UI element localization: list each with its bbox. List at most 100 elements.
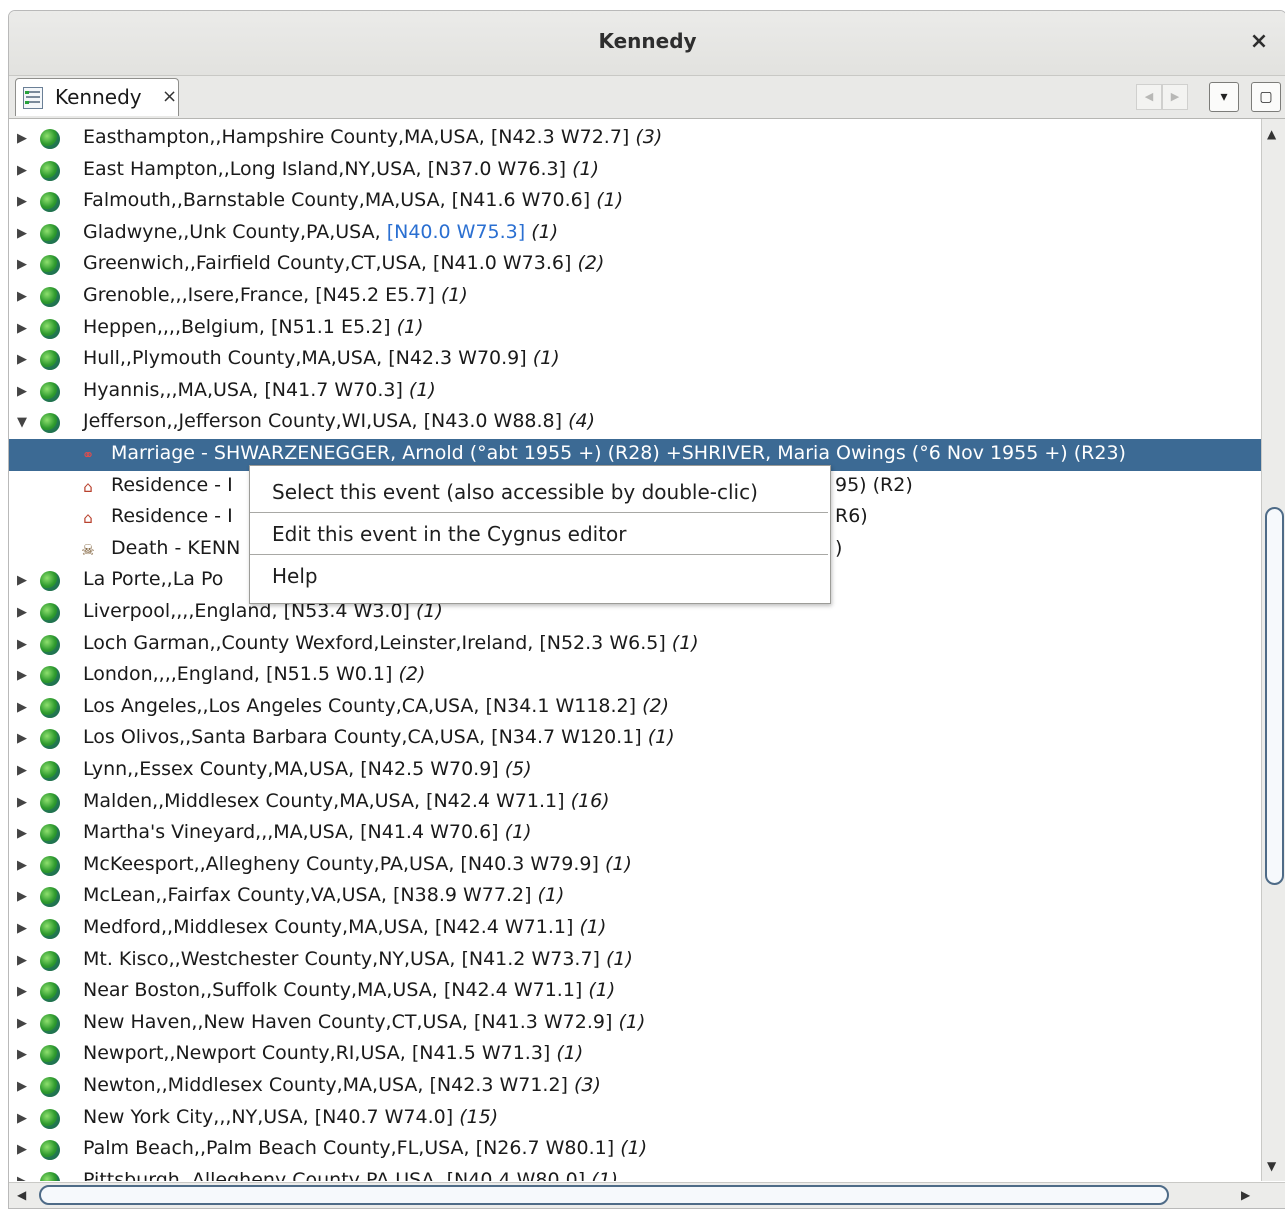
tree-row-place[interactable]: ▼ Jefferson,,Jefferson County,WI,USA, [N4… — [9, 407, 1261, 439]
close-window-button[interactable]: × — [1246, 27, 1272, 57]
tree-row-place[interactable]: ▶ Lynn,,Essex County,MA,USA, [N42.5 W70.9… — [9, 755, 1261, 787]
tree-row-place[interactable]: ▶ Near Boston,,Suffolk County,MA,USA, [N4… — [9, 976, 1261, 1008]
tree-row-place[interactable]: ▶ East Hampton,,Long Island,NY,USA, [N37.… — [9, 155, 1261, 187]
expand-arrow-icon[interactable]: ▶ — [17, 1079, 27, 1094]
scroll-down-arrow-icon[interactable]: ▼ — [1267, 1159, 1276, 1173]
coordinates: [N42.3 W70.9] — [388, 347, 527, 370]
expand-arrow-icon[interactable]: ▶ — [17, 131, 27, 146]
expand-arrow-icon[interactable]: ▶ — [17, 194, 27, 209]
window-title: Kennedy — [598, 29, 697, 53]
vertical-scroll-thumb[interactable] — [1265, 507, 1284, 885]
expand-arrow-icon[interactable]: ▶ — [17, 257, 27, 272]
tree-row-place[interactable]: ▶ Loch Garman,,County Wexford,Leinster,Ir… — [9, 629, 1261, 661]
tree-row-place[interactable]: ▶ Newport,,Newport County,RI,USA, [N41.5 … — [9, 1039, 1261, 1071]
tree-row-place[interactable]: ▶ Medford,,Middlesex County,MA,USA, [N42.… — [9, 913, 1261, 945]
expand-arrow-icon[interactable]: ▶ — [17, 858, 27, 873]
tree-row-place[interactable]: ▶ Greenwich,,Fairfield County,CT,USA, [N4… — [9, 249, 1261, 281]
expand-arrow-icon[interactable]: ▶ — [17, 1174, 27, 1181]
tree-row-place[interactable]: ▶ Hyannis,,,MA,USA, [N41.7 W70.3] (1) — [9, 376, 1261, 408]
tree-row-place[interactable]: ▶ Malden,,Middlesex County,MA,USA, [N42.4… — [9, 787, 1261, 819]
expand-arrow-icon[interactable]: ▶ — [17, 953, 27, 968]
expand-arrow-icon[interactable]: ▶ — [17, 795, 27, 810]
tree-row-place[interactable]: ▶ Falmouth,,Barnstable County,MA,USA, [N4… — [9, 186, 1261, 218]
tree-row-place[interactable]: ▶ Martha's Vineyard,,,MA,USA, [N41.4 W70.… — [9, 818, 1261, 850]
residence-icon: ⌂ — [83, 477, 93, 496]
coordinates: [N42.4 W71.1] — [443, 979, 583, 1002]
expand-arrow-icon[interactable]: ▶ — [17, 763, 27, 778]
event-count: (16) — [570, 789, 610, 812]
maximize-view-button[interactable]: ▢ — [1251, 82, 1281, 112]
event-count: (1) — [556, 1042, 584, 1065]
expand-arrow-icon[interactable]: ▶ — [17, 226, 27, 241]
tree-row-place[interactable]: ▶ New York City,,,NY,USA, [N40.7 W74.0] (… — [9, 1103, 1261, 1135]
scroll-up-arrow-icon[interactable]: ▲ — [1267, 127, 1276, 141]
expand-arrow-icon[interactable]: ▶ — [17, 605, 27, 620]
tree-row-place[interactable]: ▶ New Haven,,New Haven County,CT,USA, [N4… — [9, 1008, 1261, 1040]
collapse-arrow-icon[interactable]: ▼ — [17, 415, 27, 430]
expand-arrow-icon[interactable]: ▶ — [17, 1016, 27, 1031]
expand-arrow-icon[interactable]: ▶ — [17, 1111, 27, 1126]
tree-row-place[interactable]: ▶ London,,,,England, [N51.5 W0.1] (2) — [9, 660, 1261, 692]
scroll-left-arrow-icon[interactable]: ◀ — [17, 1188, 26, 1202]
coordinates-link[interactable]: [N40.0 W75.3] — [387, 221, 525, 243]
horizontal-scroll-thumb[interactable] — [39, 1185, 1169, 1205]
expand-arrow-icon[interactable]: ▶ — [17, 289, 27, 304]
tree-row-place[interactable]: ▶ Hull,,Plymouth County,MA,USA, [N42.3 W7… — [9, 344, 1261, 376]
tree-row-place[interactable]: ▶ Grenoble,,,Isere,France, [N45.2 E5.7] (… — [9, 281, 1261, 313]
tree-row-place[interactable]: ▶ Los Olivos,,Santa Barbara County,CA,USA… — [9, 723, 1261, 755]
tree-row-place[interactable]: ▶ Palm Beach,,Palm Beach County,FL,USA, [… — [9, 1134, 1261, 1166]
title-bar[interactable]: Kennedy × — [9, 11, 1285, 76]
tree-row-place[interactable]: ▶ Mt. Kisco,,Westchester County,NY,USA, [… — [9, 945, 1261, 977]
coordinates: [N42.3 W71.2] — [429, 1074, 568, 1096]
globe-icon — [40, 855, 60, 876]
expand-arrow-icon[interactable]: ▶ — [17, 352, 27, 367]
globe-icon — [40, 571, 60, 592]
tab-close-icon[interactable]: × — [162, 86, 177, 107]
vertical-scrollbar[interactable]: ▲ ▼ — [1261, 119, 1285, 1181]
expand-arrow-icon[interactable]: ▶ — [17, 700, 27, 715]
places-tree[interactable]: ▶ Easthampton,,Hampshire County,MA,USA, [… — [9, 119, 1261, 1181]
expand-arrow-icon[interactable]: ▶ — [17, 1142, 27, 1157]
tree-row-place[interactable]: ▶ McLean,,Fairfax County,VA,USA, [N38.9 W… — [9, 881, 1261, 913]
expand-arrow-icon[interactable]: ▶ — [17, 984, 27, 999]
menu-item-edit-in-cygnus[interactable]: Edit this event in the Cygnus editor — [250, 512, 828, 554]
menu-item-select-event[interactable]: Select this event (also accessible by do… — [250, 470, 828, 512]
globe-icon — [40, 381, 60, 402]
tree-row-place[interactable]: ▶ Easthampton,,Hampshire County,MA,USA, [… — [9, 123, 1261, 155]
event-count: (2) — [577, 252, 605, 275]
horizontal-scrollbar[interactable]: ◀ ▶ — [9, 1182, 1285, 1208]
scroll-right-arrow-icon[interactable]: ▶ — [1241, 1188, 1250, 1202]
tree-row-place[interactable]: ▶ Heppen,,,,Belgium, [N51.1 E5.2] (1) — [9, 313, 1261, 345]
tab-scroll-right-button[interactable]: ▶ — [1162, 84, 1188, 110]
expand-arrow-icon[interactable]: ▶ — [17, 921, 27, 936]
event-count: (15) — [459, 1105, 499, 1128]
event-count: (1) — [531, 220, 559, 243]
globe-icon — [40, 982, 60, 1003]
event-count: (3) — [574, 1074, 601, 1096]
tab-kennedy[interactable]: Kennedy × — [15, 78, 179, 116]
expand-arrow-icon[interactable]: ▶ — [17, 573, 27, 588]
expand-arrow-icon[interactable]: ▶ — [17, 1047, 27, 1062]
expand-arrow-icon[interactable]: ▶ — [17, 889, 27, 904]
place-name: Hull,,Plymouth County,MA,USA, — [83, 347, 383, 370]
tree-row-place[interactable]: ▶ Los Angeles,,Los Angeles County,CA,USA,… — [9, 692, 1261, 724]
menu-item-help[interactable]: Help — [250, 554, 828, 596]
place-name: Newton,,Middlesex County,MA,USA, — [83, 1074, 424, 1096]
coordinates: [N45.2 E5.7] — [315, 284, 435, 306]
tree-row-place[interactable]: ▶ Pittsburgh,,Allegheny County,PA,USA, [N… — [9, 1166, 1261, 1181]
tab-scroll-left-button[interactable]: ◀ — [1136, 84, 1162, 110]
coordinates: [N34.1 W118.2] — [485, 694, 637, 717]
coordinates: [N41.4 W70.6] — [360, 821, 499, 844]
expand-arrow-icon[interactable]: ▶ — [17, 163, 27, 178]
expand-arrow-icon[interactable]: ▶ — [17, 731, 27, 746]
expand-arrow-icon[interactable]: ▶ — [17, 826, 27, 841]
expand-arrow-icon[interactable]: ▶ — [17, 321, 27, 336]
expand-arrow-icon[interactable]: ▶ — [17, 637, 27, 652]
place-name: Near Boston,,Suffolk County,MA,USA, — [83, 979, 438, 1002]
expand-arrow-icon[interactable]: ▶ — [17, 668, 27, 683]
tab-list-dropdown-button[interactable]: ▾ — [1209, 82, 1239, 112]
tree-row-place[interactable]: ▶ McKeesport,,Allegheny County,PA,USA, [N… — [9, 850, 1261, 882]
expand-arrow-icon[interactable]: ▶ — [17, 384, 27, 399]
tree-row-place[interactable]: ▶ Newton,,Middlesex County,MA,USA, [N42.3… — [9, 1071, 1261, 1103]
tree-row-place[interactable]: ▶ Gladwyne,,Unk County,PA,USA, [N40.0 W75… — [9, 218, 1261, 250]
